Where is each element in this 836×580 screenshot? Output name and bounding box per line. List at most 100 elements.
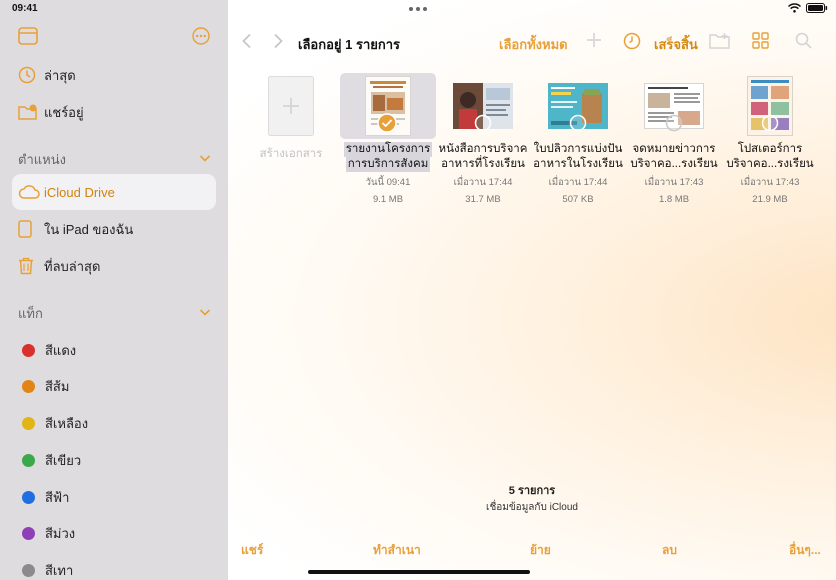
sidebar-item-label: แชร์อยู่ (44, 104, 84, 120)
file-name: หนังสือการบริจาค อาหารที่โรงเรียน (435, 142, 531, 172)
tags-heading: แท็ก (18, 306, 43, 321)
file-name: โปสเตอร์การ บริจาคอ...รงเรียน (722, 142, 818, 172)
tag-label: สีเหลือง (45, 416, 89, 431)
select-all-button[interactable]: เลือกทั้งหมด (499, 34, 568, 55)
done-button[interactable]: เสร็จสิ้น (654, 34, 698, 55)
sidebar-item-on-ipad[interactable]: ใน iPad ของฉัน (12, 211, 216, 247)
file-name: ใบปลิวการแบ่งปัน อาหารในโรงเรียน (530, 142, 626, 172)
tag-color-dot (22, 454, 35, 467)
sidebar-item-shared[interactable]: แชร์อยู่ (12, 94, 216, 130)
tag-label: สีฟ้า (45, 490, 70, 505)
file-browser: เลือกอยู่ 1 รายการ เลือกทั้งหมด เสร็จสิ้… (228, 0, 836, 580)
chevron-down-icon[interactable] (199, 304, 211, 322)
file-item-social-service-report[interactable]: รายงานโครงการ การบริการสังคม วันนี้ 09:4… (340, 73, 436, 205)
grid-view-icon[interactable] (752, 32, 769, 54)
tag-color-dot (22, 491, 35, 504)
sidebar-tag-orange[interactable]: สีส้ม (22, 376, 69, 397)
tag-color-dot (22, 380, 35, 393)
file-item-food-sharing-flyer[interactable]: ใบปลิวการแบ่งปัน อาหารในโรงเรียน เมื่อวา… (530, 73, 626, 205)
clock-icon (12, 66, 40, 84)
home-indicator[interactable] (308, 570, 530, 574)
wifi-icon (788, 3, 801, 13)
file-thumbnail (530, 73, 626, 139)
search-icon[interactable] (795, 32, 812, 54)
more-actions-button[interactable]: อื่นๆ... (789, 541, 821, 560)
file-name-line: โปสเตอร์การ (737, 143, 803, 155)
file-size: 1.8 MB (658, 194, 690, 205)
file-date: เมื่อวาน 17:43 (740, 177, 800, 188)
more-options-icon[interactable] (192, 27, 210, 50)
ipad-icon (12, 220, 40, 238)
item-count: 5 รายการ (508, 485, 556, 497)
file-date: เมื่อวาน 17:44 (453, 177, 513, 188)
create-document-thumbnail (243, 73, 339, 139)
sidebar-tag-blue[interactable]: สีฟ้า (22, 487, 69, 508)
multitasking-dots-icon[interactable] (409, 7, 427, 11)
move-button[interactable]: ย้าย (530, 541, 551, 560)
file-size: 31.7 MB (465, 194, 501, 205)
sidebar: 09:41 ล่าสุด แชร์อยู่ ตำแหน่ง iCloud Dri… (0, 0, 228, 580)
sidebar-tag-gray[interactable]: สีเทา (22, 560, 73, 580)
chevron-down-icon[interactable] (199, 150, 211, 168)
file-item-food-donation-book[interactable]: หนังสือการบริจาค อาหารที่โรงเรียน เมื่อว… (435, 73, 531, 205)
sidebar-item-label: ล่าสุด (44, 67, 76, 83)
unselected-circle-icon (761, 114, 779, 137)
file-thumbnail (340, 73, 436, 139)
battery-icon (806, 3, 828, 13)
tag-label: สีม่วง (45, 526, 76, 541)
selection-title: เลือกอยู่ 1 รายการ (298, 37, 401, 52)
file-thumbnail (722, 73, 818, 139)
clock-history-icon[interactable] (623, 32, 641, 55)
sidebar-tag-green[interactable]: สีเขียว (22, 450, 81, 471)
file-date: เมื่อวาน 17:43 (644, 177, 704, 188)
forward-chevron-icon[interactable] (272, 33, 284, 54)
sidebar-tag-red[interactable]: สีแดง (22, 340, 76, 361)
status-time: 09:41 (12, 3, 38, 14)
locations-heading: ตำแหน่ง (18, 152, 66, 167)
sidebar-item-recently-deleted[interactable]: ที่ลบล่าสุด (12, 248, 216, 284)
toggle-sidebar-icon[interactable] (18, 27, 38, 50)
unselected-circle-icon (569, 114, 587, 137)
tag-label: สีเขียว (45, 453, 82, 468)
plus-icon[interactable] (586, 32, 602, 53)
back-chevron-icon[interactable] (241, 33, 253, 54)
file-name: จดหมายข่าวการ บริจาคอ...รงเรียน (626, 142, 722, 172)
file-name-line: บริจาคอ...รงเรียน (630, 158, 718, 170)
sidebar-item-icloud-drive[interactable]: iCloud Drive (12, 174, 216, 210)
unselected-circle-icon (474, 114, 492, 137)
sidebar-tag-purple[interactable]: สีม่วง (22, 523, 75, 544)
sidebar-item-label: iCloud Drive (44, 184, 115, 200)
file-name-line: อาหารในโรงเรียน (533, 158, 623, 170)
tag-color-dot (22, 564, 35, 577)
sidebar-tag-yellow[interactable]: สีเหลือง (22, 413, 88, 434)
file-item-donation-newsletter[interactable]: จดหมายข่าวการ บริจาคอ...รงเรียน เมื่อวาน… (626, 73, 722, 205)
file-name-line: การบริการสังคม (345, 157, 431, 172)
file-name-line: หนังสือการบริจาค (438, 143, 528, 155)
file-name-line: รายงานโครงการ (343, 142, 433, 157)
tag-label: สีส้ม (45, 379, 70, 394)
file-name: รายงานโครงการ การบริการสังคม (340, 142, 436, 172)
create-document-label: สร้างเอกสาร (259, 148, 323, 160)
sidebar-item-label: ที่ลบล่าสุด (44, 258, 101, 274)
file-date: วันนี้ 09:41 (365, 177, 411, 188)
tag-label: สีแดง (45, 343, 77, 358)
file-name-line: อาหารที่โรงเรียน (441, 158, 525, 170)
duplicate-button[interactable]: ทำสำเนา (373, 541, 421, 560)
sidebar-item-recents[interactable]: ล่าสุด (12, 57, 216, 93)
trash-icon (12, 257, 40, 275)
status-indicators (788, 3, 828, 13)
new-folder-icon[interactable] (709, 32, 731, 54)
shared-folder-icon (12, 104, 40, 120)
unselected-circle-icon (665, 114, 683, 137)
tag-color-dot (22, 344, 35, 357)
file-item-donation-poster[interactable]: โปสเตอร์การ บริจาคอ...รงเรียน เมื่อวาน 1… (722, 73, 818, 205)
sidebar-item-label: ใน iPad ของฉัน (44, 221, 134, 237)
create-document-tile[interactable]: สร้างเอกสาร (243, 73, 339, 163)
file-size: 9.1 MB (372, 194, 404, 205)
cloud-icon (12, 184, 40, 200)
file-thumbnail (626, 73, 722, 139)
delete-button[interactable]: ลบ (662, 541, 677, 560)
tag-color-dot (22, 417, 35, 430)
share-button[interactable]: แชร์ (241, 541, 263, 560)
selected-checkmark-icon (377, 113, 397, 138)
